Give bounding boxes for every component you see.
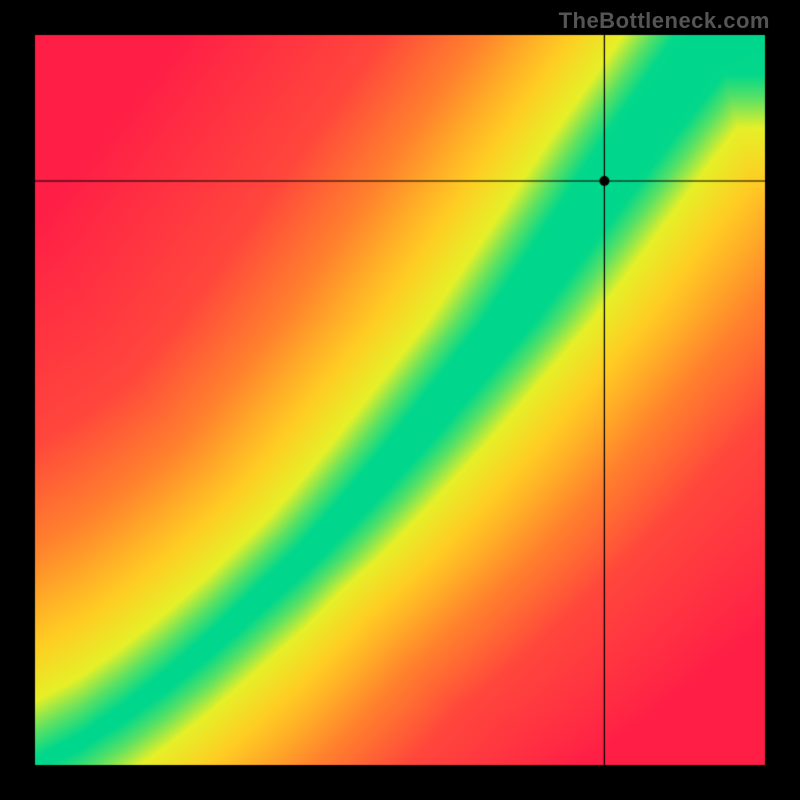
bottleneck-heatmap-canvas bbox=[0, 0, 800, 800]
watermark-text: TheBottleneck.com bbox=[559, 8, 770, 34]
chart-frame: TheBottleneck.com bbox=[0, 0, 800, 800]
